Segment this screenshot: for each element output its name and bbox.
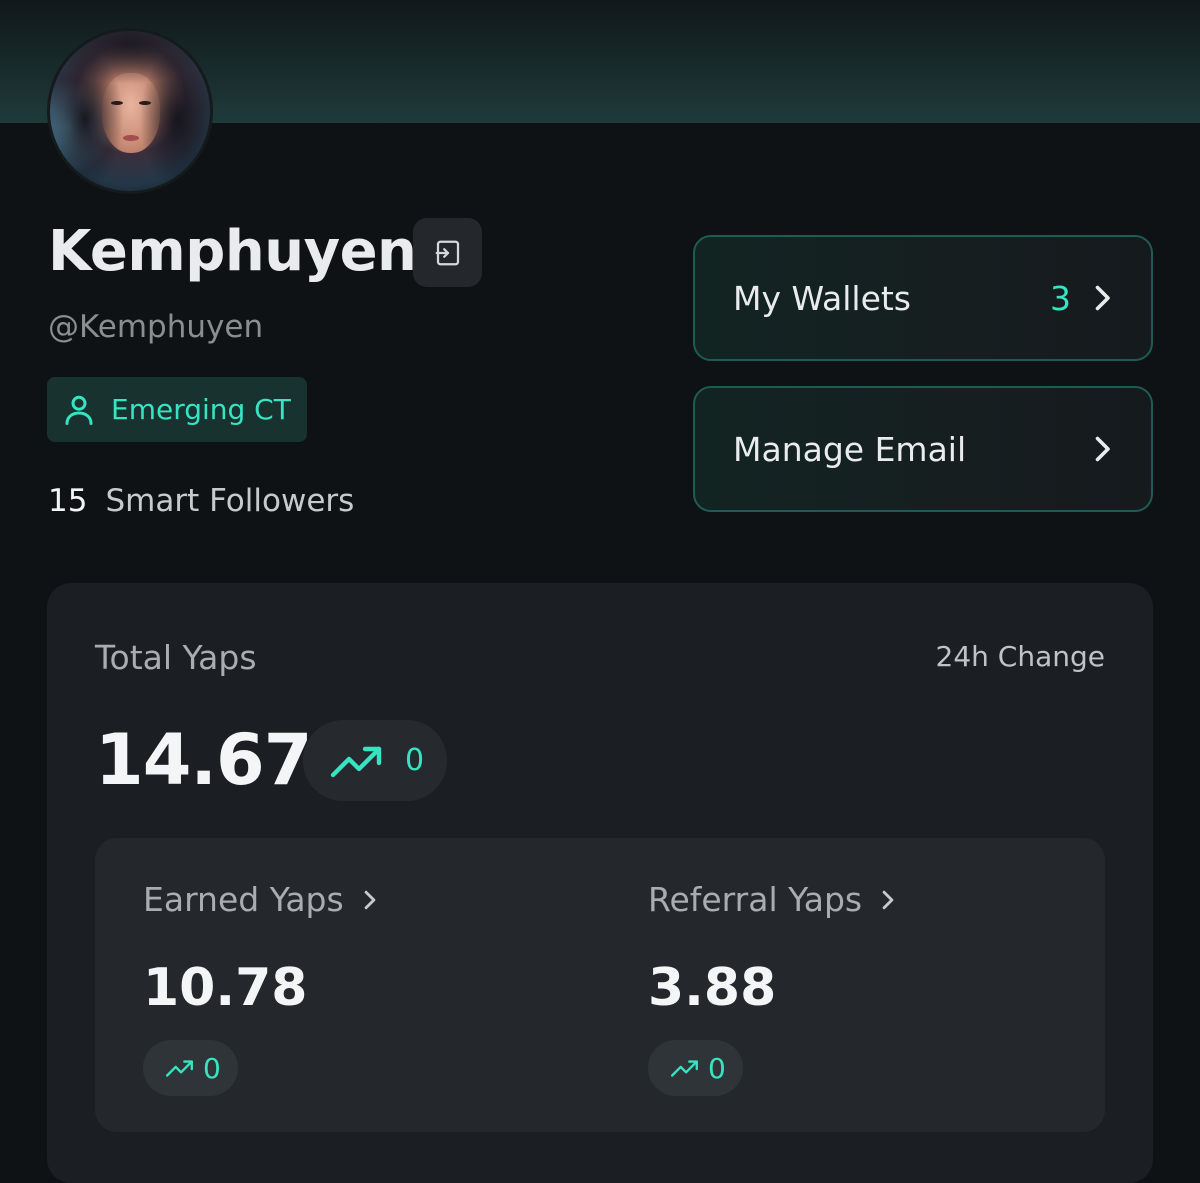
smart-followers-count: 15 bbox=[48, 483, 88, 519]
total-yaps-label: Total Yaps bbox=[95, 638, 257, 677]
display-name: Kemphuyen bbox=[48, 219, 417, 284]
referral-change-value: 0 bbox=[708, 1051, 726, 1085]
smart-followers-label: Smart Followers bbox=[105, 483, 355, 519]
user-handle: @Kemphuyen bbox=[48, 309, 264, 345]
my-wallets-button[interactable]: My Wallets 3 bbox=[693, 235, 1153, 361]
referral-yaps-label: Referral Yaps bbox=[648, 880, 863, 919]
total-change-pill: 0 bbox=[303, 720, 447, 801]
manage-email-label: Manage Email bbox=[733, 429, 967, 469]
logout-icon bbox=[435, 240, 459, 265]
chevron-right-icon bbox=[1095, 436, 1110, 462]
trending-up-icon bbox=[165, 1060, 193, 1077]
change-24h-label: 24h Change bbox=[935, 640, 1105, 673]
earned-yaps-label: Earned Yaps bbox=[143, 880, 344, 919]
earned-yaps-value: 10.78 bbox=[143, 958, 308, 1018]
manage-email-button[interactable]: Manage Email bbox=[693, 386, 1153, 512]
status-badge: Emerging CT bbox=[47, 377, 307, 442]
my-wallets-label: My Wallets bbox=[733, 278, 912, 318]
referral-change-pill: 0 bbox=[648, 1040, 743, 1096]
earned-yaps-link[interactable]: Earned Yaps bbox=[143, 878, 378, 922]
avatar[interactable] bbox=[47, 28, 213, 194]
chevron-right-icon bbox=[882, 890, 894, 910]
earned-change-value: 0 bbox=[203, 1051, 221, 1085]
user-icon bbox=[65, 395, 93, 425]
chevron-right-icon bbox=[1095, 285, 1110, 311]
wallets-count: 3 bbox=[1050, 278, 1071, 318]
trending-up-icon bbox=[330, 746, 382, 777]
trending-up-icon bbox=[670, 1060, 698, 1077]
earned-change-pill: 0 bbox=[143, 1040, 238, 1096]
referral-yaps-link[interactable]: Referral Yaps bbox=[648, 878, 896, 922]
badge-label: Emerging CT bbox=[111, 392, 291, 426]
total-yaps-value: 14.67 bbox=[95, 719, 312, 801]
chevron-right-icon bbox=[364, 890, 376, 910]
logout-button[interactable] bbox=[413, 218, 482, 287]
referral-yaps-value: 3.88 bbox=[648, 958, 777, 1018]
smart-followers: 15 Smart Followers bbox=[48, 480, 354, 522]
total-change-value: 0 bbox=[405, 743, 425, 778]
